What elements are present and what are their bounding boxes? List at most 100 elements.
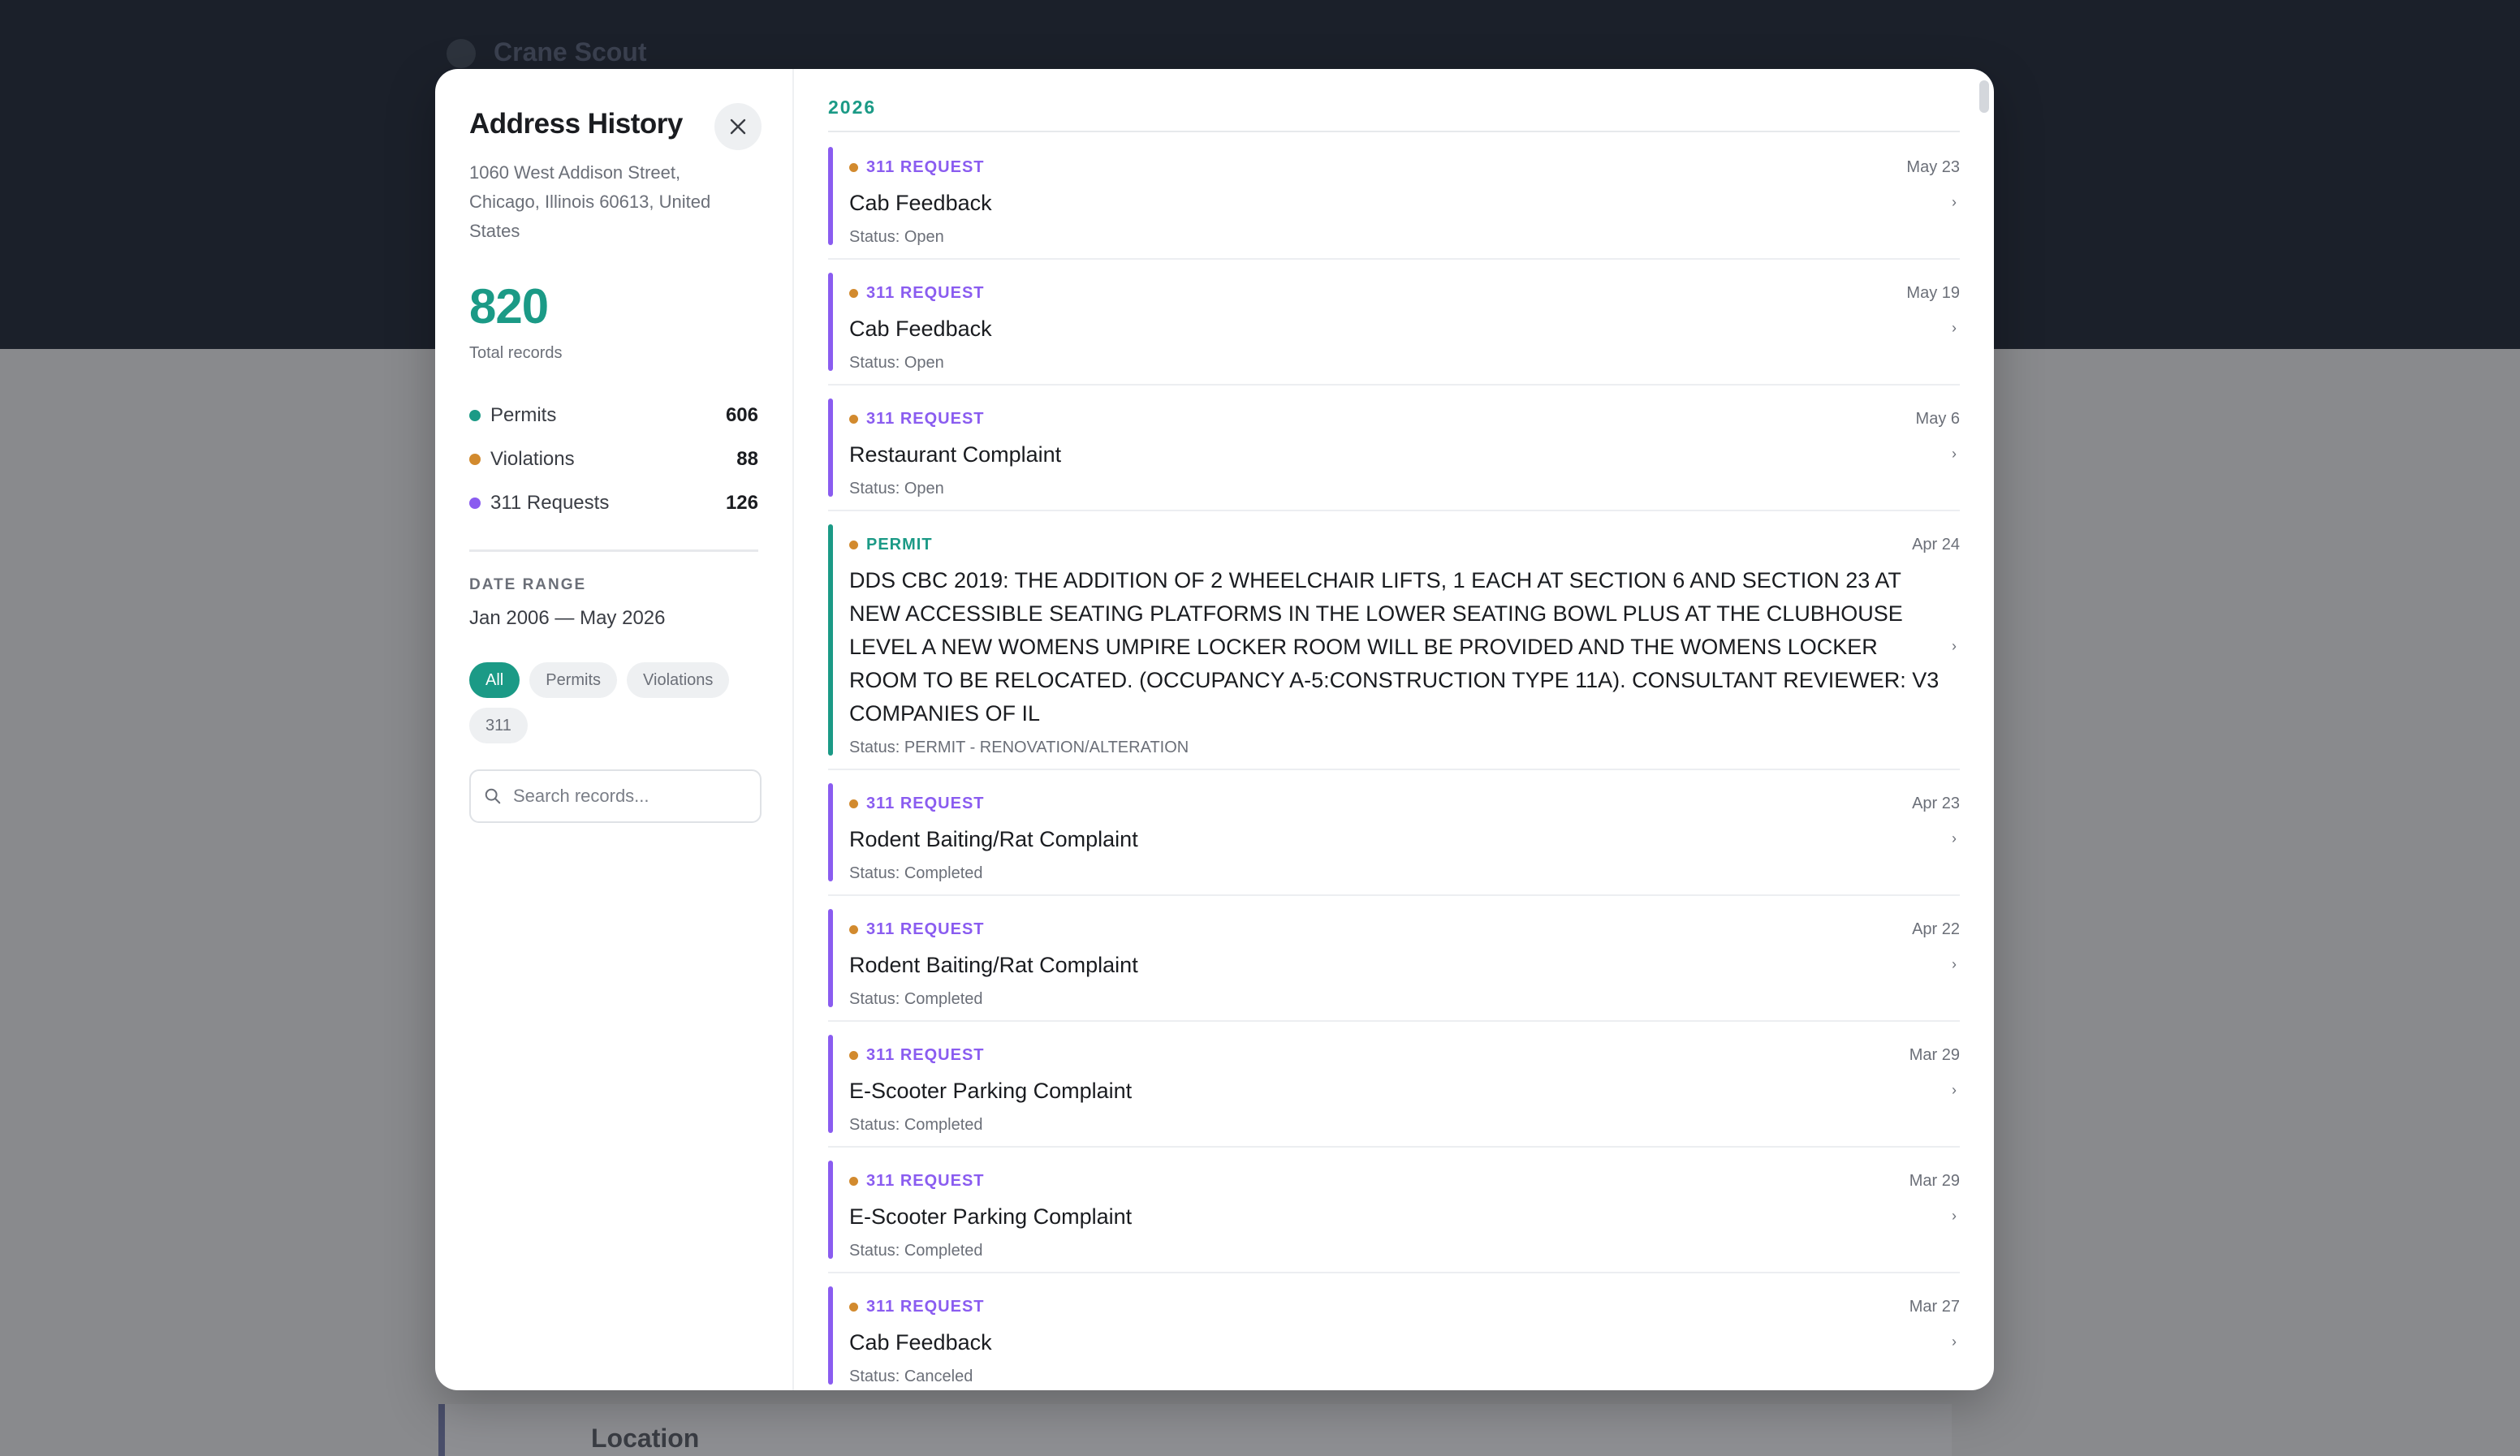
record-title: Cab Feedback [849,317,992,341]
record-item[interactable]: 311 REQUEST Mar 29 E-Scooter Parking Compl… [828,1035,1960,1148]
record-item[interactable]: 311 REQUEST May 23 Cab Feedback Status: Ope… [828,147,1960,260]
record-type: 311 REQUEST [849,284,1960,303]
stat-dot-icon [469,410,481,421]
record-accent-bar [828,147,833,245]
chevron-right-icon[interactable]: › [1952,446,1957,463]
stat-dot-icon [469,454,481,465]
record-date: Mar 29 [1909,1046,1960,1064]
address-history-modal: Address History 1060 West Addison Street… [435,69,1994,1390]
records-timeline[interactable]: 2026 311 REQUEST May 23 Cab Feedback Status… [794,69,1994,1390]
record-title: E-Scooter Parking Complaint [849,1204,1133,1229]
record-type: 311 REQUEST [849,920,1960,939]
record-title: E-Scooter Parking Complaint [849,1079,1133,1103]
record-date: Apr 23 [1912,795,1960,812]
record-type-dot-icon [849,925,858,934]
stat-value: 88 [736,448,758,470]
record-status: Status: Completed [849,864,983,882]
record-title: Restaurant Complaint [849,442,1062,467]
record-item[interactable]: 311 REQUEST Apr 22 Rodent Baiting/Rat Comp… [828,909,1960,1022]
record-type-label: 311 REQUEST [866,1298,985,1316]
record-type-label: 311 REQUEST [866,1172,985,1190]
record-type-dot-icon [849,289,858,298]
record-item[interactable]: 311 REQUEST Mar 27 Cab Feedback Status: Can… [828,1286,1960,1390]
record-item[interactable]: 311 REQUEST May 19 Cab Feedback Status: Ope… [828,273,1960,386]
filter-chip-311[interactable]: 311 [469,708,528,743]
stat-value: 606 [725,404,758,426]
chevron-right-icon[interactable]: › [1952,956,1957,973]
record-item[interactable]: 311 REQUEST Apr 23 Rodent Baiting/Rat Comp… [828,783,1960,896]
record-type-label: 311 REQUEST [866,284,985,302]
record-item[interactable]: PERMIT Apr 24 DDS CBC 2019: THE ADDITION O… [828,524,1960,770]
record-item[interactable]: 311 REQUEST May 6 Restaurant Complaint Stat… [828,398,1960,511]
chevron-right-icon[interactable]: › [1952,194,1957,211]
record-type-label: 311 REQUEST [866,1046,985,1064]
record-title: DDS CBC 2019: THE ADDITION OF 2 WHEELCHA… [849,568,1940,726]
record-stats: Permits 606 Violations 88 311 Requests 126 [469,394,758,525]
record-type-dot-icon [849,799,858,808]
record-date: May 23 [1906,158,1960,176]
record-status: Status: Open [849,354,944,372]
filter-chip-violations[interactable]: Violations [627,662,730,698]
stat-row: Violations 88 [469,437,758,481]
record-status: Status: PERMIT - RENOVATION/ALTERATION [849,739,1189,756]
chevron-right-icon[interactable]: › [1952,1082,1957,1099]
record-type-dot-icon [849,1177,858,1186]
record-status: Status: Completed [849,990,983,1008]
record-accent-bar [828,398,833,497]
record-date: Mar 27 [1909,1298,1960,1316]
record-accent-bar [828,783,833,881]
record-date: Apr 24 [1912,536,1960,554]
app-title: Crane Scout [494,37,647,67]
chevron-right-icon[interactable]: › [1952,1208,1957,1225]
filter-chip-all[interactable]: All [469,662,520,698]
record-type-dot-icon [849,415,858,424]
app-logo-icon [447,39,476,68]
filter-chip-permits[interactable]: Permits [529,662,618,698]
record-status: Status: Completed [849,1116,983,1134]
search-icon [485,788,501,804]
stat-label: Permits [490,404,557,426]
record-type-dot-icon [849,1303,858,1312]
record-accent-bar [828,909,833,1007]
stat-label: 311 Requests [490,492,610,514]
record-type: PERMIT [849,536,1960,554]
chevron-right-icon[interactable]: › [1952,830,1957,847]
record-type-dot-icon [849,1051,858,1060]
record-accent-bar [828,273,833,371]
address-text: 1060 West Addison Street, Chicago, Illin… [469,162,711,241]
record-type-dot-icon [849,541,858,549]
record-item[interactable]: 311 REQUEST Mar 29 E-Scooter Parking Compl… [828,1161,1960,1273]
stat-dot-icon [469,498,481,509]
location-card: Location [438,1404,1952,1456]
record-type-label: PERMIT [866,536,933,554]
record-type-label: 311 REQUEST [866,920,985,938]
record-date: May 19 [1906,284,1960,302]
sidebar-divider [469,549,758,552]
timeline-scrollbar[interactable] [1979,80,1989,113]
stat-row: 311 Requests 126 [469,481,758,525]
total-records-label: Total records [469,344,563,362]
stat-label: Violations [490,448,575,470]
record-type: 311 REQUEST [849,158,1960,177]
record-type: 311 REQUEST [849,795,1960,813]
record-title: Rodent Baiting/Rat Complaint [849,953,1138,977]
search-input[interactable] [513,786,747,807]
record-title: Rodent Baiting/Rat Complaint [849,827,1138,851]
record-title: Cab Feedback [849,191,992,215]
record-status: Status: Open [849,228,944,246]
chevron-right-icon[interactable]: › [1952,638,1957,655]
record-title: Cab Feedback [849,1330,992,1355]
date-range-heading: DATE RANGE [469,576,587,593]
chevron-right-icon[interactable]: › [1952,320,1957,337]
stat-row: Permits 606 [469,394,758,437]
record-accent-bar [828,1286,833,1385]
record-date: Mar 29 [1909,1172,1960,1190]
chevron-right-icon[interactable]: › [1952,1333,1957,1350]
search-box[interactable] [469,769,762,823]
filter-chips: All Permits Violations 311 [469,662,762,743]
record-type-label: 311 REQUEST [866,795,985,812]
record-status: Status: Open [849,480,944,498]
record-date: May 6 [1915,410,1960,428]
record-accent-bar [828,1035,833,1133]
close-button[interactable] [714,103,762,150]
